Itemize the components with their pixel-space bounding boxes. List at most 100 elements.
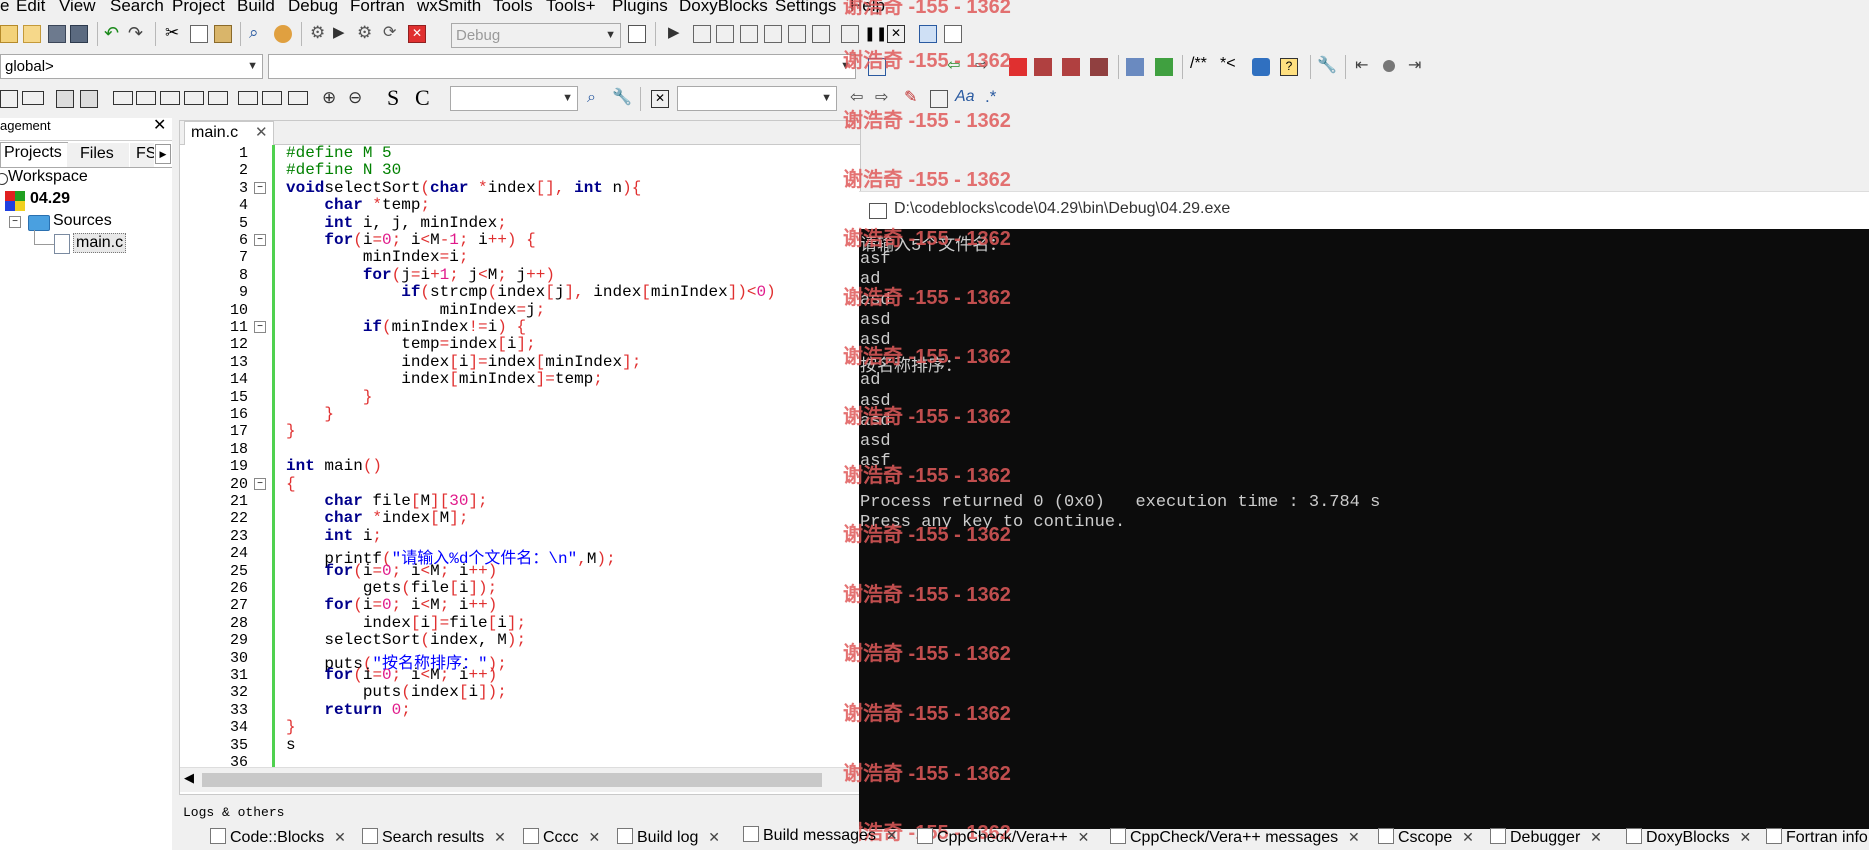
- menu-edit[interactable]: Edit: [16, 0, 45, 16]
- prev-bookmark-icon[interactable]: [1034, 58, 1052, 76]
- grid-icon[interactable]: [56, 90, 74, 108]
- prev-arrow-icon[interactable]: ⇤: [1355, 57, 1373, 75]
- clear-icon[interactable]: ✕: [651, 90, 669, 108]
- logs-tab[interactable]: Build log ✕: [617, 828, 720, 850]
- code-line[interactable]: puts(index[i]);: [286, 683, 507, 701]
- next-instruction-icon[interactable]: [788, 25, 806, 43]
- menu-search[interactable]: Search: [110, 0, 164, 16]
- copy-icon[interactable]: [190, 25, 208, 43]
- logs-tab[interactable]: DoxyBlocks ✕: [1626, 828, 1751, 850]
- button-shape2-icon[interactable]: [262, 91, 282, 105]
- tree-folder[interactable]: Sources: [53, 212, 112, 230]
- close-icon[interactable]: ✕: [704, 829, 720, 845]
- code-line[interactable]: s: [286, 736, 296, 754]
- fold-toggle-icon[interactable]: −: [254, 321, 266, 333]
- menu-toolsplus[interactable]: Tools+: [546, 0, 596, 16]
- code-line[interactable]: for(j=i+1; j<M; j++): [286, 266, 555, 284]
- run-icon[interactable]: ▶: [333, 24, 351, 42]
- build-run-icon[interactable]: ⚙: [357, 24, 375, 42]
- code-line[interactable]: for(i=0; i<M-1; i++) {: [286, 231, 535, 249]
- fold-toggle-icon[interactable]: −: [254, 234, 266, 246]
- close-icon[interactable]: ✕: [490, 829, 506, 845]
- code-line[interactable]: selectSort(index, M);: [286, 631, 526, 649]
- debug-info-icon[interactable]: [944, 25, 962, 43]
- menu-debug[interactable]: Debug: [288, 0, 338, 16]
- horizontal-scrollbar[interactable]: ◀: [180, 767, 860, 792]
- debug-windows-icon[interactable]: [919, 25, 937, 43]
- close-icon[interactable]: ✕: [1344, 829, 1360, 845]
- redo-icon[interactable]: ↷: [128, 24, 146, 43]
- menu-view[interactable]: View: [59, 0, 96, 16]
- logs-tab[interactable]: Fortran info: [1766, 828, 1868, 850]
- code-line[interactable]: for(i=0; i<M; i++): [286, 666, 497, 684]
- build-options-icon[interactable]: [628, 25, 646, 43]
- bookmark-icon[interactable]: [1009, 58, 1027, 76]
- tab-projects[interactable]: Projects: [0, 142, 68, 168]
- logs-tab[interactable]: Build messages ✕: [743, 826, 898, 848]
- logs-tab[interactable]: CppCheck/Vera++ ✕: [917, 828, 1089, 850]
- code-line[interactable]: }: [286, 422, 296, 440]
- step-into-icon[interactable]: [740, 25, 758, 43]
- clear-bookmark-icon[interactable]: [1090, 58, 1108, 76]
- search-text-select[interactable]: ▼: [450, 86, 578, 111]
- logs-tab[interactable]: Cccc ✕: [523, 828, 600, 850]
- step-instruction-icon[interactable]: [812, 25, 830, 43]
- layers-icon[interactable]: [1126, 58, 1144, 76]
- s-button[interactable]: S: [387, 85, 399, 111]
- replace-icon[interactable]: [274, 25, 292, 43]
- menu-doxyblocks[interactable]: DoxyBlocks: [679, 0, 768, 16]
- menu-project[interactable]: Project: [172, 0, 225, 16]
- search-icon[interactable]: ⌕: [587, 89, 605, 107]
- code-line[interactable]: int i;: [286, 527, 382, 545]
- function-select[interactable]: ▼: [268, 54, 856, 79]
- frame4-icon[interactable]: [184, 91, 204, 105]
- gear-icon[interactable]: ⚙: [310, 24, 328, 42]
- cut-icon[interactable]: ✂: [165, 24, 183, 42]
- tab-scroll-right-icon[interactable]: ▶: [155, 144, 171, 164]
- code-line[interactable]: char file[M][30];: [286, 492, 487, 510]
- frame-icon[interactable]: [113, 91, 133, 105]
- frame5-icon[interactable]: [208, 91, 228, 105]
- wrench-icon[interactable]: 🔧: [1317, 57, 1337, 75]
- scope-select[interactable]: global> ▼: [0, 54, 263, 79]
- step-out-icon[interactable]: [764, 25, 782, 43]
- code-line[interactable]: char *index[M];: [286, 509, 468, 527]
- code-line[interactable]: minIndex=i;: [286, 248, 469, 266]
- code-line[interactable]: int main(): [286, 457, 382, 475]
- fold-toggle-icon[interactable]: −: [254, 477, 266, 490]
- tab-fs[interactable]: FS: [130, 143, 154, 167]
- code-line[interactable]: index[minIndex]=temp;: [286, 370, 603, 388]
- code-line[interactable]: char *temp;: [286, 196, 430, 214]
- code-line[interactable]: index[i]=index[minIndex];: [286, 353, 641, 371]
- code-line[interactable]: for(i=0; i<M; i++): [286, 562, 497, 580]
- fold-toggle-icon[interactable]: −: [254, 181, 266, 194]
- code-line[interactable]: voidselectSort(char *index[], int n){: [286, 179, 641, 197]
- next-bookmark-icon[interactable]: [1062, 58, 1080, 76]
- rect-icon[interactable]: [22, 91, 44, 105]
- paste-icon[interactable]: [214, 25, 232, 43]
- code-line[interactable]: return 0;: [286, 701, 410, 719]
- collapse-icon[interactable]: −: [9, 216, 21, 228]
- code-line[interactable]: }: [286, 388, 373, 406]
- rebuild-icon[interactable]: ⟳: [383, 24, 401, 42]
- logs-tab[interactable]: Cscope ✕: [1378, 828, 1474, 850]
- code-line[interactable]: gets(file[i]);: [286, 579, 497, 597]
- code-line[interactable]: if(strcmp(index[j], index[minIndex])<0): [286, 283, 776, 301]
- code-line[interactable]: #define M 5: [286, 144, 392, 162]
- tab-files[interactable]: Files: [67, 143, 129, 167]
- close-icon[interactable]: ✕: [1586, 829, 1602, 845]
- find-icon[interactable]: ⌕: [249, 24, 267, 42]
- code-line[interactable]: }: [286, 405, 334, 423]
- menu-settings[interactable]: Settings: [775, 0, 836, 16]
- tree-project[interactable]: 04.29: [30, 190, 70, 208]
- close-icon[interactable]: ✕: [153, 115, 166, 135]
- save-all-icon[interactable]: [70, 25, 88, 43]
- tree-file[interactable]: main.c: [73, 233, 127, 253]
- next-line-icon[interactable]: [716, 25, 734, 43]
- logs-tab[interactable]: Code::Blocks ✕: [210, 828, 346, 850]
- code-line[interactable]: temp=index[i];: [286, 335, 535, 353]
- build-target-select[interactable]: Debug ▼: [451, 23, 621, 48]
- frame3-icon[interactable]: [160, 91, 180, 105]
- code-line[interactable]: index[i]=file[i];: [286, 614, 526, 632]
- menu-plugins[interactable]: Plugins: [612, 0, 668, 16]
